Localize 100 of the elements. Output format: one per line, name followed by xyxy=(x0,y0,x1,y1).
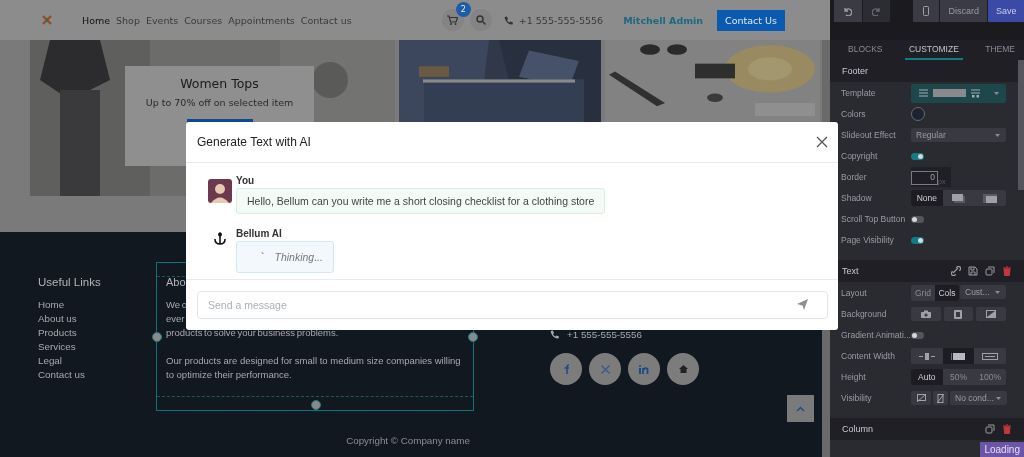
about-heading: Abo xyxy=(166,276,186,288)
caret-icon xyxy=(993,90,1000,96)
select-field[interactable]: Cust... xyxy=(960,285,1006,299)
segment-button[interactable]: 50% xyxy=(942,369,975,385)
paragraph-line: products to solve your business problems. xyxy=(166,326,339,340)
shadow-icon xyxy=(983,193,998,203)
linkedin-icon xyxy=(639,364,649,374)
trash-icon xyxy=(1002,266,1012,276)
link-icon xyxy=(951,266,961,276)
option-label: Height xyxy=(841,372,867,382)
option-label: Background xyxy=(841,309,888,319)
option-label: Page Visibility xyxy=(841,235,895,245)
send-icon xyxy=(797,299,808,310)
camera-icon xyxy=(920,310,931,318)
discard-button[interactable]: Discard xyxy=(939,0,988,22)
caret-icon xyxy=(995,395,1002,401)
option-label: Border xyxy=(841,172,868,182)
narrow-width-icon xyxy=(918,352,935,360)
resize-handle[interactable] xyxy=(152,332,162,342)
list-icon xyxy=(919,88,928,98)
select-field[interactable]: No cond... xyxy=(950,391,1007,405)
footer-link[interactable]: Services xyxy=(38,340,156,354)
mobile-visibility-button[interactable] xyxy=(933,391,948,405)
toggle-switch[interactable] xyxy=(911,215,924,223)
section-title: Footer xyxy=(842,66,869,76)
resize-handle[interactable] xyxy=(311,400,321,410)
section-title: Column xyxy=(842,424,874,434)
contact-button[interactable]: Contact Us xyxy=(717,9,785,31)
phone-number: +1 555-555-5556 xyxy=(518,14,604,26)
nav-link[interactable]: Shop xyxy=(116,14,140,26)
dialog-title: Generate Text with AI xyxy=(197,135,311,149)
nav-link[interactable]: Events xyxy=(145,14,179,26)
option-label: Visibility xyxy=(841,393,873,403)
mobile-icon xyxy=(923,6,930,16)
avatar-icon xyxy=(208,179,232,203)
segment-button[interactable] xyxy=(942,348,975,364)
resize-handle[interactable] xyxy=(468,332,478,342)
close-icon xyxy=(816,136,828,148)
option-label: Gradient Animati... xyxy=(841,330,911,340)
option-label: Colors xyxy=(841,109,867,119)
copy-icon xyxy=(985,266,995,276)
toggle-switch[interactable] xyxy=(911,236,924,244)
social-button[interactable] xyxy=(550,353,582,385)
footer-link[interactable]: Contact us xyxy=(38,368,156,382)
video-button[interactable] xyxy=(943,307,974,321)
image-button[interactable] xyxy=(911,307,941,321)
paragraph-line: ever xyxy=(166,312,185,326)
message-field[interactable]: Send a message xyxy=(197,291,828,319)
nav-link[interactable]: Appointments xyxy=(228,14,295,26)
undo-button[interactable] xyxy=(834,0,862,22)
segment-button[interactable]: Grid xyxy=(911,285,935,301)
x-icon xyxy=(600,364,610,374)
copy-icon xyxy=(985,424,995,434)
logo-icon xyxy=(42,15,52,25)
panel-tab[interactable]: BLOCKS xyxy=(844,40,887,60)
message-bubble: ` Thinking... xyxy=(236,241,334,273)
phone-icon xyxy=(503,15,513,25)
social-button[interactable] xyxy=(628,353,660,385)
mobile-preview-button[interactable] xyxy=(913,0,939,22)
segment-button[interactable]: 100% xyxy=(974,369,1006,385)
panel-tab[interactable]: THEME xyxy=(981,40,1019,60)
segment-button[interactable]: Cols xyxy=(935,285,959,301)
footer-link[interactable]: Home xyxy=(38,298,156,312)
footer-link[interactable]: Legal xyxy=(38,354,156,368)
search-button[interactable] xyxy=(469,9,492,31)
segment-button[interactable]: None xyxy=(911,190,943,206)
cart-icon xyxy=(447,15,459,25)
toggle-switch[interactable] xyxy=(911,152,924,160)
scrollbar[interactable] xyxy=(1018,60,1024,190)
footer-link[interactable]: Products xyxy=(38,326,156,340)
promo-subtitle: Up to 70% off on selected item xyxy=(145,97,294,108)
color-swatch[interactable] xyxy=(911,107,925,121)
loading-badge: Loading xyxy=(980,442,1024,457)
toggle-switch[interactable] xyxy=(911,331,924,339)
desktop-off-icon xyxy=(916,394,926,402)
message-bubble: Hello, Bellum can you write me a short closing checklist for a clothing store xyxy=(236,188,606,214)
footer-link[interactable]: About us xyxy=(38,312,156,326)
device-visibility-button[interactable] xyxy=(911,391,931,405)
close-button[interactable] xyxy=(816,136,828,148)
phone-number: +1 555-555-5556 xyxy=(567,329,642,340)
chevron-up-icon xyxy=(796,405,805,412)
full-width-icon xyxy=(982,352,999,360)
template-picker[interactable] xyxy=(911,83,1006,103)
send-button[interactable] xyxy=(797,299,808,310)
social-button[interactable] xyxy=(589,353,621,385)
nav-link[interactable]: Courses xyxy=(184,14,223,26)
caret-icon xyxy=(994,289,1001,295)
save-button[interactable]: Save xyxy=(988,0,1024,22)
nav-link[interactable]: Contact us xyxy=(300,14,352,26)
nav-link[interactable]: Home xyxy=(82,14,111,26)
shadow-icon xyxy=(951,193,966,203)
option-label: Layout xyxy=(841,288,868,298)
option-label: Slideout Effect xyxy=(841,130,897,140)
gradient-button[interactable] xyxy=(976,307,1006,321)
save-icon xyxy=(968,266,978,276)
select-field[interactable]: Regular xyxy=(911,128,1006,142)
segment-button[interactable]: Auto xyxy=(911,369,943,385)
social-button[interactable] xyxy=(667,353,699,385)
grid-icon xyxy=(971,88,980,98)
caret-icon xyxy=(994,132,1001,138)
